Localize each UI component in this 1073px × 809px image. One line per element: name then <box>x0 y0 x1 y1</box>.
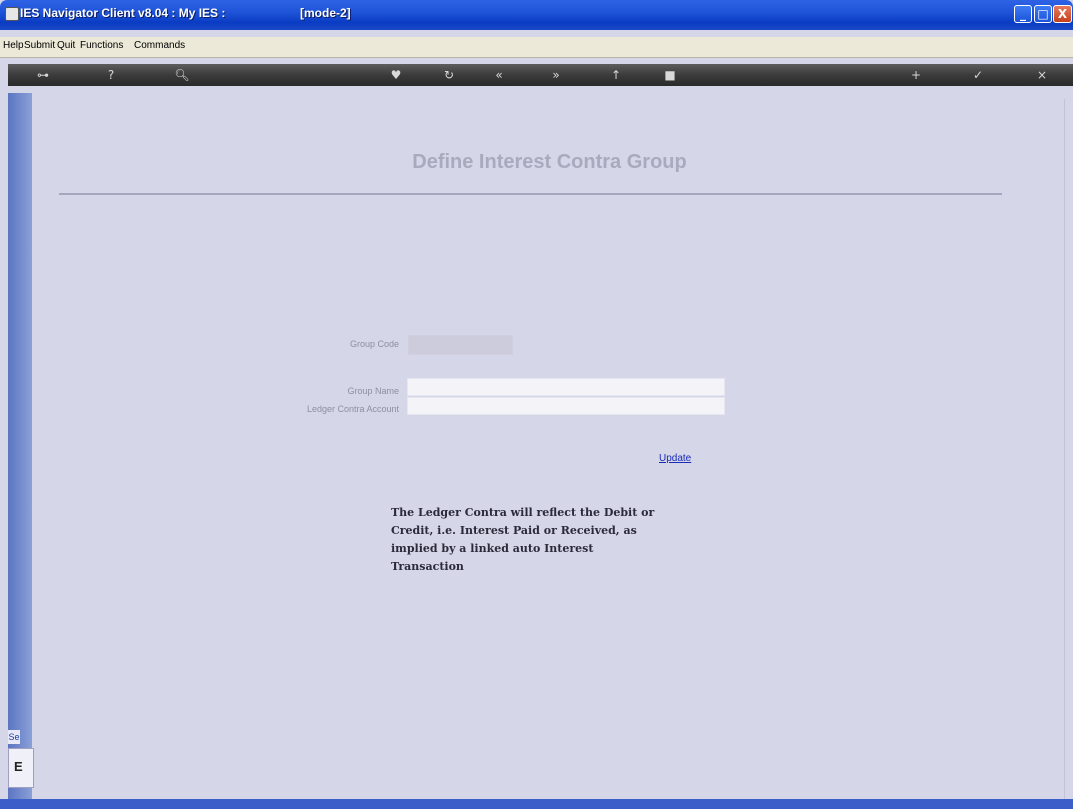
menu-quit[interactable]: Quit <box>57 40 75 51</box>
window-title: IES Navigator Client v8.04 : My IES : <box>20 6 226 20</box>
ledger-contra-field[interactable] <box>407 397 725 415</box>
page-title: Define Interest Contra Group <box>412 151 687 173</box>
menu-help[interactable]: Help <box>3 40 24 51</box>
heart-icon[interactable]: ♥ <box>388 67 404 83</box>
menu-submit[interactable]: Submit <box>24 40 55 51</box>
up-icon[interactable]: ↑ <box>608 67 624 83</box>
title-divider <box>59 193 1002 195</box>
forward-icon[interactable]: » <box>548 67 564 83</box>
update-link[interactable]: Update <box>659 453 691 464</box>
group-code-field[interactable] <box>408 335 513 355</box>
menu-bar: Help Submit Quit Functions Commands <box>0 37 1073 58</box>
title-bar[interactable]: IES Navigator Client v8.04 : My IES : [m… <box>0 0 1073 30</box>
close-icon[interactable]: × <box>1034 67 1050 83</box>
bottom-border <box>0 799 1073 809</box>
stop-icon[interactable]: ■ <box>662 67 678 83</box>
info-note: The Ledger Contra will reflect the Debit… <box>391 506 655 573</box>
help-icon[interactable]: ? <box>103 67 119 83</box>
menu-commands[interactable]: Commands <box>134 40 185 51</box>
app-window: IES Navigator Client v8.04 : My IES : [m… <box>0 0 1073 809</box>
toolbar: ⊶ ? 🔍︎ ♥ ↻ « » ↑ ■ + ✓ × <box>8 64 1073 86</box>
menu-functions[interactable]: Functions <box>80 40 123 51</box>
toolbar-gap <box>8 86 1073 99</box>
minimize-button[interactable]: _ <box>1014 5 1032 23</box>
group-name-field[interactable] <box>407 378 725 396</box>
group-code-label: Group Code <box>349 339 399 349</box>
close-window-button[interactable]: X <box>1053 5 1072 23</box>
maximize-button[interactable]: □ <box>1034 5 1052 23</box>
side-box[interactable]: E <box>8 748 34 788</box>
add-icon[interactable]: + <box>908 67 924 83</box>
right-edge <box>1064 99 1073 799</box>
key-icon[interactable]: ⊶ <box>30 67 56 83</box>
window-mode: [mode-2] <box>300 6 351 20</box>
main-content: Define Interest Contra Group Group Code … <box>35 99 1064 799</box>
group-name-label: Group Name <box>347 386 399 396</box>
side-panel <box>8 93 32 809</box>
side-tab[interactable]: Se <box>8 730 20 744</box>
search-icon[interactable]: 🔍︎ <box>174 67 190 83</box>
ledger-contra-label: Ledger Contra Account <box>306 404 399 414</box>
app-icon <box>5 7 19 21</box>
check-icon[interactable]: ✓ <box>970 67 986 83</box>
side-box-letter: E <box>14 759 23 774</box>
side-panel-fill <box>8 93 32 809</box>
refresh-icon[interactable]: ↻ <box>441 67 457 83</box>
back-icon[interactable]: « <box>491 67 507 83</box>
